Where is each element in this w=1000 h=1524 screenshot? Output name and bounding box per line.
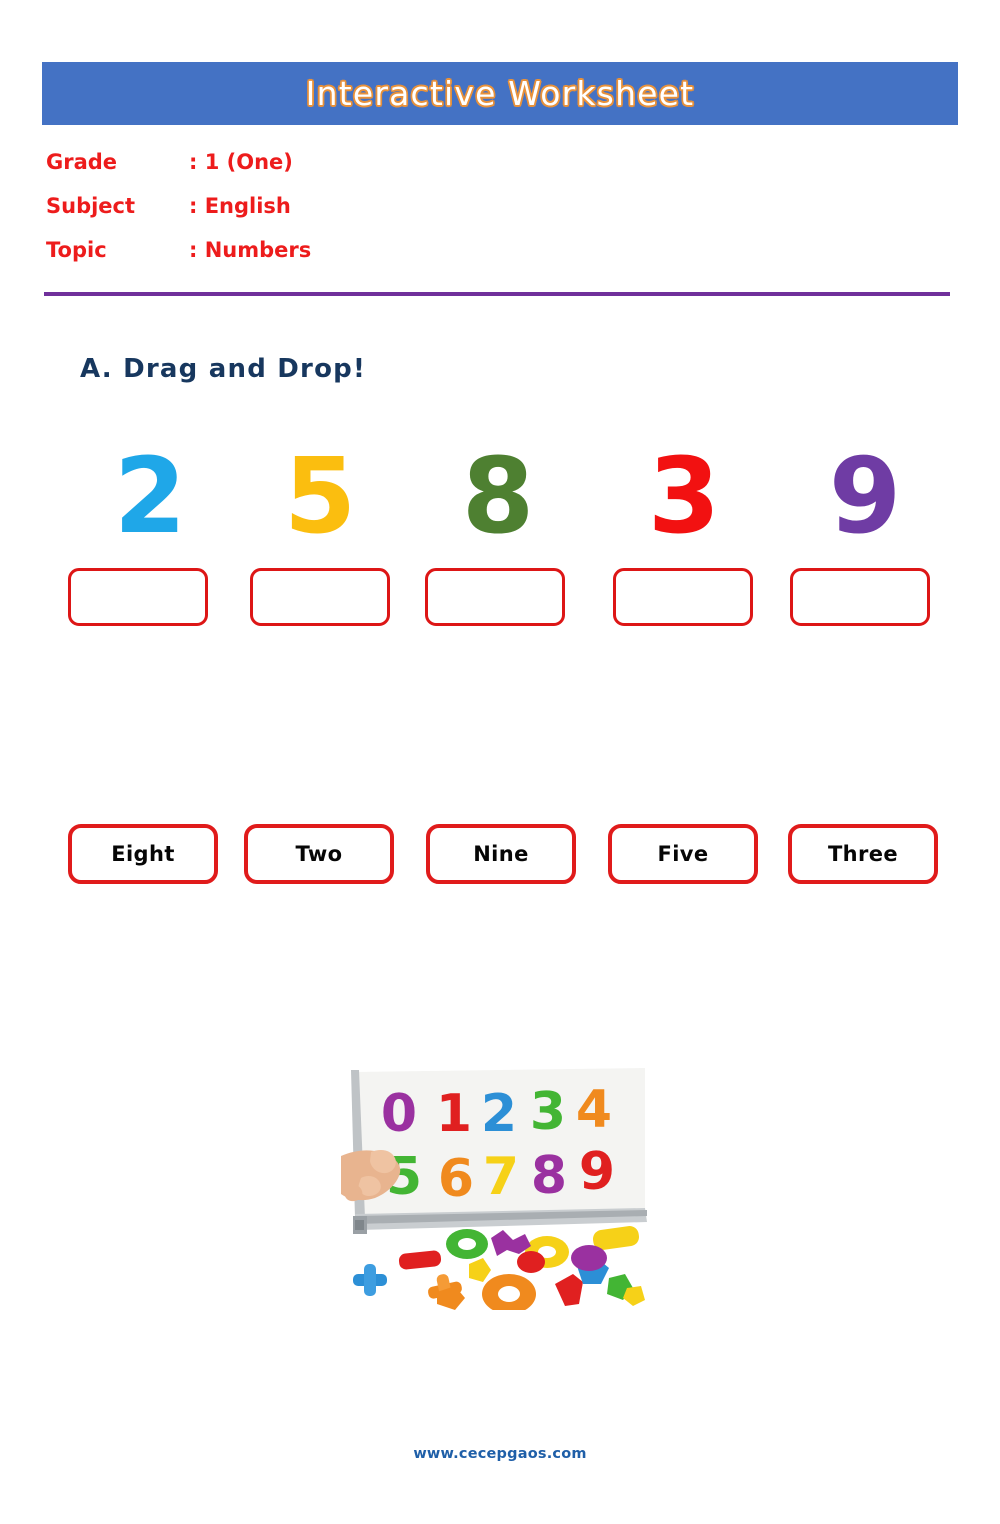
- worksheet-meta: Grade : 1 (One) Subject : English Topic …: [46, 150, 546, 282]
- digit-5: 5: [283, 435, 357, 557]
- header-divider: [44, 292, 950, 296]
- word-tile-five[interactable]: Five: [608, 824, 758, 884]
- dropbox-2[interactable]: [250, 568, 390, 626]
- dropbox-3[interactable]: [425, 568, 565, 626]
- worksheet-page: Interactive Worksheet Grade : 1 (One) Su…: [0, 0, 1000, 1524]
- board-number-4: 4: [576, 1080, 612, 1140]
- footer-website-link[interactable]: www.cecepgaos.com: [0, 1446, 1000, 1462]
- page-title: Interactive Worksheet: [305, 74, 695, 113]
- meta-value-topic: : Numbers: [189, 238, 312, 262]
- meta-value-grade: : 1 (One): [189, 150, 293, 174]
- digit-3: 3: [647, 435, 721, 557]
- word-tile-row: Eight Two Nine Five Three: [68, 824, 938, 888]
- meta-label-subject: Subject: [46, 194, 136, 218]
- digit-2: 2: [113, 435, 187, 557]
- dropbox-1[interactable]: [68, 568, 208, 626]
- board-number-2: 2: [481, 1084, 517, 1144]
- board-number-7: 7: [483, 1147, 519, 1207]
- word-tile-three[interactable]: Three: [788, 824, 938, 884]
- magnetic-numbers-illustration: 0 1 2 3 4 5 6 7 8 9: [341, 1066, 650, 1310]
- board-number-8: 8: [531, 1146, 567, 1206]
- dropbox-4[interactable]: [613, 568, 753, 626]
- meta-label-grade: Grade: [46, 150, 118, 174]
- board-number-6: 6: [438, 1149, 474, 1209]
- word-tile-nine[interactable]: Nine: [426, 824, 576, 884]
- meta-row-grade: Grade : 1 (One): [46, 150, 546, 194]
- meta-value-subject: : English: [189, 194, 291, 218]
- magnetic-numbers-photo: 0 1 2 3 4 5 6 7 8 9: [341, 1066, 650, 1310]
- word-tile-eight[interactable]: Eight: [68, 824, 218, 884]
- word-tile-two[interactable]: Two: [244, 824, 394, 884]
- board-number-0: 0: [381, 1084, 417, 1144]
- meta-label-topic: Topic: [46, 238, 107, 262]
- digit-9: 9: [828, 435, 902, 557]
- board-number-3: 3: [530, 1082, 566, 1142]
- dropbox-row: [68, 568, 932, 630]
- meta-row-subject: Subject : English: [46, 194, 546, 238]
- digit-row: 2 5 8 3 9: [68, 440, 932, 552]
- board-number-9: 9: [579, 1142, 615, 1202]
- digit-8: 8: [461, 435, 535, 557]
- meta-row-topic: Topic : Numbers: [46, 238, 546, 282]
- section-heading-drag-and-drop: A. Drag and Drop!: [80, 354, 366, 384]
- dropbox-5[interactable]: [790, 568, 930, 626]
- header-banner: Interactive Worksheet: [42, 62, 958, 125]
- board-number-1: 1: [436, 1084, 472, 1144]
